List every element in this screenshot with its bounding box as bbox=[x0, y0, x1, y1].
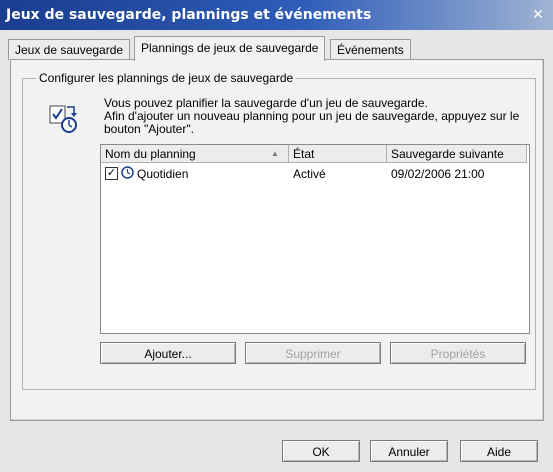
column-header-state[interactable]: État bbox=[289, 145, 387, 163]
tab-events[interactable]: Événements bbox=[330, 39, 411, 60]
group-legend: Configurer les plannings de jeux de sauv… bbox=[36, 71, 297, 85]
schedule-icon bbox=[49, 105, 77, 133]
add-button-label: Ajouter... bbox=[144, 347, 192, 361]
properties-button-label: Propriétés bbox=[430, 347, 486, 361]
description-line-2: Afin d'ajouter un nouveau planning pour … bbox=[104, 109, 520, 136]
schedule-next-backup: 09/02/2006 21:00 bbox=[391, 167, 485, 181]
schedule-state: Activé bbox=[293, 167, 326, 181]
sort-ascending-icon: ▲ bbox=[271, 149, 279, 158]
enable-checkbox[interactable]: ✓ bbox=[105, 167, 118, 180]
tab-backup-sets[interactable]: Jeux de sauvegarde bbox=[8, 39, 131, 60]
column-header-name[interactable]: Nom du planning ▲ bbox=[101, 145, 289, 163]
schedule-name: Quotidien bbox=[137, 167, 189, 181]
window-title: Jeux de sauvegarde, plannings et événeme… bbox=[6, 7, 372, 23]
column-header-next-backup[interactable]: Sauvegarde suivante bbox=[387, 145, 527, 163]
title-bar: Jeux de sauvegarde, plannings et événeme… bbox=[0, 0, 553, 30]
tab-backup-schedules[interactable]: Plannings de jeux de sauvegarde bbox=[134, 36, 326, 61]
delete-button[interactable]: Supprimer bbox=[245, 342, 381, 364]
help-button[interactable]: Aide bbox=[460, 440, 538, 462]
add-button[interactable]: Ajouter... bbox=[100, 342, 236, 364]
column-header-name-label: Nom du planning bbox=[105, 147, 196, 161]
ok-button[interactable]: OK bbox=[282, 440, 360, 462]
description-line-1: Vous pouvez planifier la sauvegarde d'un… bbox=[104, 96, 428, 110]
properties-button[interactable]: Propriétés bbox=[390, 342, 526, 364]
close-icon[interactable]: ✕ bbox=[530, 6, 546, 22]
table-row[interactable]: ✓ Quotidien Activé 09/02/2006 21:00 bbox=[101, 165, 527, 183]
cancel-button[interactable]: Annuler bbox=[370, 440, 448, 462]
tab-strip: Jeux de sauvegarde Plannings de jeux de … bbox=[8, 36, 548, 61]
clock-icon bbox=[121, 166, 134, 179]
delete-button-label: Supprimer bbox=[285, 347, 341, 361]
schedule-list[interactable]: Nom du planning ▲ État Sauvegarde suivan… bbox=[100, 144, 530, 334]
